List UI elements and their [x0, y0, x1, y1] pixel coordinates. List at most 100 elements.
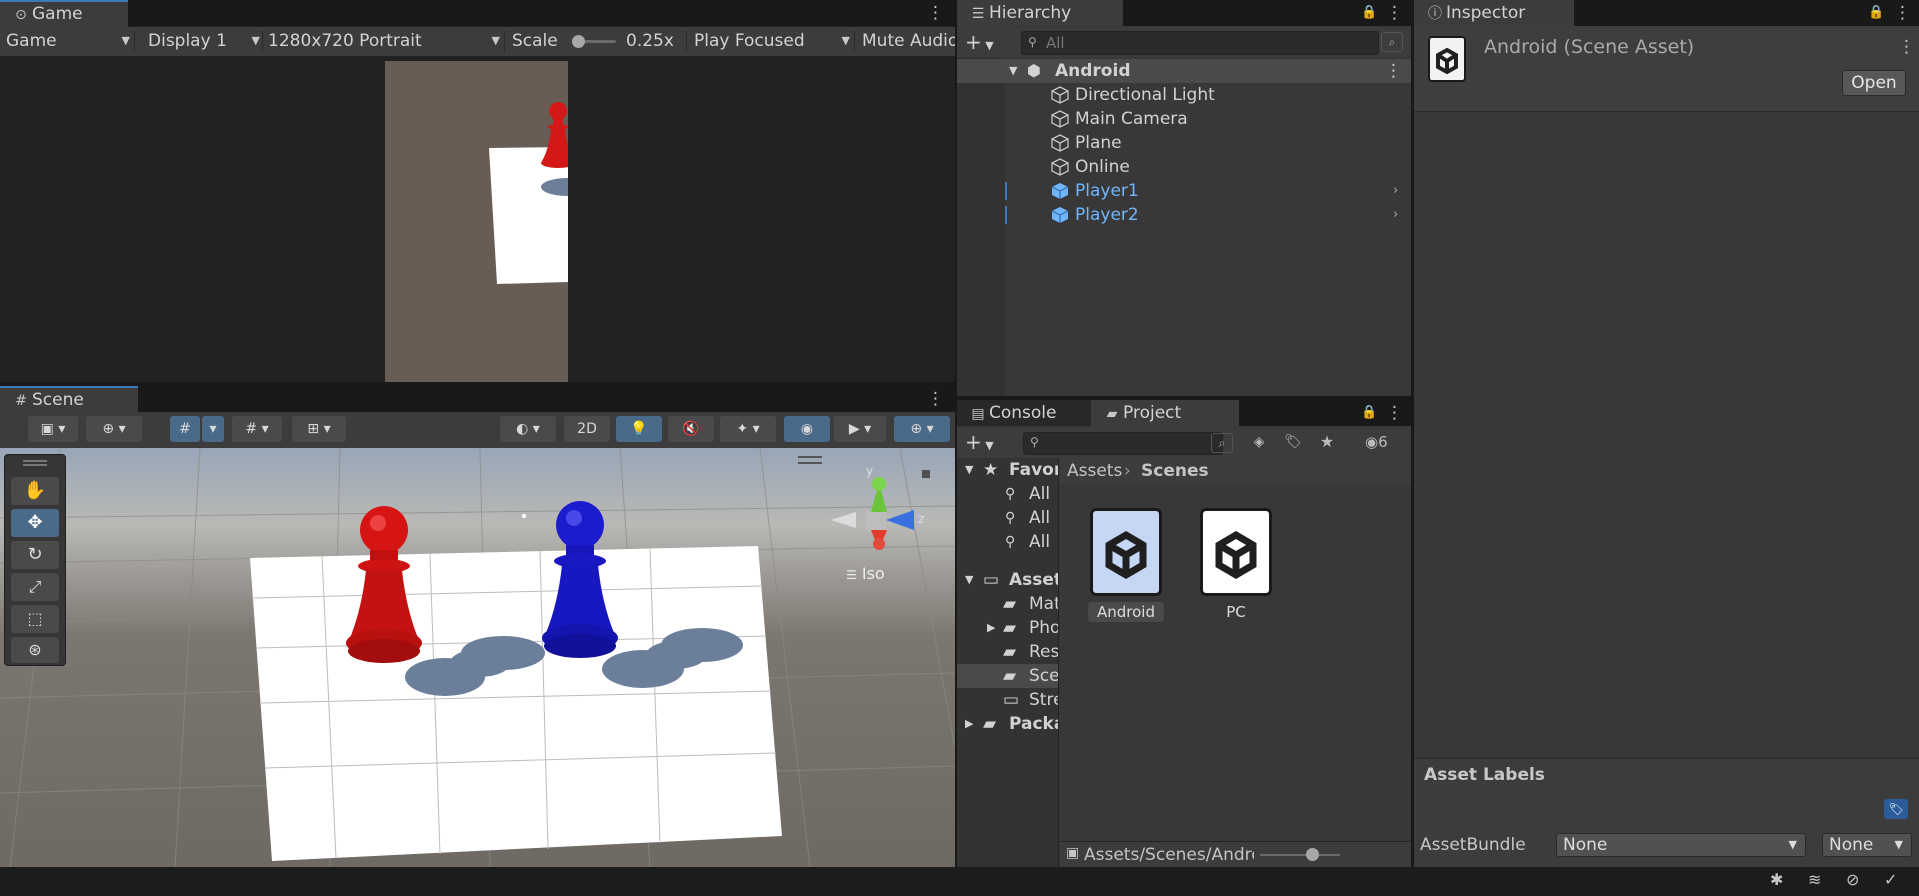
rotate-tool-button[interactable]: ↻ [11, 541, 59, 569]
inspector-header-menu-icon[interactable]: ⋮ [1898, 36, 1915, 58]
create-dropdown[interactable]: + ▼ [965, 427, 1005, 457]
scale-tool-button[interactable]: ⤢ [11, 573, 59, 601]
hierarchy-search-input[interactable] [1044, 32, 1348, 54]
effects-button[interactable]: ✦ ▾ [720, 416, 776, 442]
tab-hierarchy-label: Hierarchy [989, 3, 1072, 23]
breadcrumb-item[interactable]: Assets [1067, 458, 1122, 484]
iso-toggle[interactable]: ☰ Iso [846, 564, 906, 584]
auto-generate-lighting-icon[interactable]: ⊘ [1846, 870, 1859, 889]
hierarchy-item[interactable]: Main Camera [957, 107, 1411, 131]
asset-tile[interactable]: Android [1088, 508, 1164, 622]
favorites-item[interactable]: ⚲ All [957, 482, 1058, 506]
scene-visibility-toggle[interactable]: ◉ [784, 416, 830, 442]
play-mode-dropdown[interactable]: Play Focused ▼ [688, 27, 858, 55]
hierarchy-item[interactable]: Online [957, 155, 1411, 179]
tab-game[interactable]: ⊙ Game [0, 0, 128, 28]
ruler-button[interactable]: ⊞ ▾ [292, 416, 346, 442]
camera-settings-button[interactable]: ▶ ▾ [834, 416, 886, 442]
scene-menu-icon[interactable]: ⋮ [927, 388, 944, 410]
create-dropdown[interactable]: + ▼ [965, 27, 1005, 57]
debug-bug-icon[interactable]: ✱ [1770, 870, 1783, 889]
overlay-menu-icon[interactable] [798, 456, 822, 464]
hidden-packages-toggle[interactable]: ◉6 [1365, 431, 1405, 453]
hierarchy-item[interactable]: Plane [957, 131, 1411, 155]
hierarchy-item-prefab[interactable]: Player1 › [957, 179, 1411, 203]
scene-menu-kebab-icon[interactable]: ⋮ [1385, 59, 1402, 83]
scene-file-small-icon: ▣ [1066, 845, 1080, 861]
project-search[interactable]: ⚲ [1023, 432, 1223, 455]
folder-item[interactable]: ▶ ▰ Photon [957, 616, 1058, 640]
inspector-menu-icon[interactable]: ⋮ [1894, 2, 1911, 24]
mute-audio-toggle[interactable]: Mute Audio [856, 27, 961, 55]
tab-hierarchy[interactable]: ☰ Hierarchy [957, 0, 1123, 26]
lock-icon[interactable]: 🔒 [1361, 402, 1377, 424]
orientation-gizmo[interactable]: y z [826, 462, 936, 562]
grid-snap-button[interactable]: # [170, 416, 200, 442]
chevron-right-icon[interactable]: › [1393, 179, 1398, 203]
2d-toggle[interactable]: 2D [564, 416, 610, 442]
scene-viewport[interactable]: ✋ ✥ ↻ ⤢ ⬚ ⊛ y z ☰ Iso [0, 448, 955, 867]
move-tool-button[interactable]: ✥ [11, 509, 59, 537]
asset-labels-section: Asset Labels 🏷 AssetBundle None ▼ None ▼ [1414, 758, 1919, 867]
lock-icon[interactable]: 🔒 [1361, 2, 1377, 24]
tab-console[interactable]: ▤ Console [957, 400, 1109, 426]
favorites-item[interactable]: ⚲ All [957, 506, 1058, 530]
breadcrumb-item[interactable]: Scenes [1141, 458, 1209, 484]
project-menu-icon[interactable]: ⋮ [1386, 402, 1403, 424]
folder-item[interactable]: ▰ Resources [957, 640, 1058, 664]
cache-server-icon[interactable]: ≋ [1808, 870, 1821, 889]
open-button[interactable]: Open [1842, 70, 1906, 96]
snap-increment-button[interactable]: # ▾ [232, 416, 282, 442]
hierarchy-search[interactable]: ⚲ [1021, 31, 1379, 55]
rect-tool-button[interactable]: ⬚ [11, 605, 59, 633]
filter-by-type-icon[interactable]: ◈ [1247, 431, 1271, 453]
audio-toggle[interactable]: 🔇 [668, 416, 714, 442]
eye-slash-icon: ◉ [1365, 433, 1379, 451]
hierarchy-menu-icon[interactable]: ⋮ [1386, 2, 1403, 24]
display-dropdown[interactable]: Display 1 ▼ [142, 27, 268, 55]
chevron-down-icon: ▼ [1894, 838, 1903, 851]
tab-inspector[interactable]: ⓘ Inspector [1414, 0, 1574, 26]
game-menu-icon[interactable]: ⋮ [927, 2, 944, 24]
gizmos-button[interactable]: ⊕ ▾ [894, 416, 950, 442]
hierarchy-item-prefab[interactable]: Player2 › [957, 203, 1411, 227]
asset-tile[interactable]: PC [1198, 508, 1274, 621]
global-toggle-button[interactable]: ⊕ ▾ [86, 416, 142, 442]
tab-scene[interactable]: # Scene [0, 386, 138, 414]
folder-item[interactable]: ▰ Materials [957, 592, 1058, 616]
asset-label-tag-icon[interactable]: 🏷 [1884, 799, 1908, 819]
tool-palette-handle[interactable] [23, 460, 47, 466]
variant-dropdown[interactable]: None ▼ [1822, 833, 1912, 857]
packages-header[interactable]: ▶ ▰ Packages [957, 712, 1058, 736]
filter-by-label-icon[interactable]: 🏷 [1281, 431, 1305, 453]
tab-project[interactable]: ▰ Project [1091, 400, 1239, 426]
chevron-right-icon[interactable]: › [1393, 203, 1398, 227]
search-by-type-icon[interactable]: ⌕ [1381, 32, 1403, 52]
draw-mode-button[interactable]: ▣ ▾ [28, 416, 78, 442]
hierarchy-item[interactable]: Directional Light [957, 83, 1411, 107]
progress-check-icon[interactable]: ✓ [1884, 870, 1897, 889]
transform-tool-button[interactable]: ⊛ [11, 637, 59, 663]
icon-size-slider-thumb[interactable] [1306, 848, 1319, 861]
favorite-star-icon[interactable]: ★ [1315, 431, 1339, 453]
assets-header[interactable]: ▼ ▭ Assets [957, 568, 1058, 592]
hierarchy-item-label: Player1 [1075, 181, 1139, 201]
grid-snap-dropdown[interactable]: ▾ [202, 416, 224, 442]
folder-item[interactable]: ▭ StreamingAssets [957, 688, 1058, 712]
favorites-header[interactable]: ▼ ★ Favorites [957, 458, 1058, 482]
scale-slider[interactable] [572, 35, 616, 48]
scene-row-android[interactable]: ▼ ⬢ Android ⋮ [957, 59, 1411, 83]
lock-icon[interactable]: 🔒 [1868, 2, 1884, 24]
search-by-type-icon[interactable]: ⌕ [1211, 433, 1233, 453]
lighting-toggle[interactable]: 💡 [616, 416, 662, 442]
game-viewport[interactable] [0, 57, 955, 382]
favorites-item[interactable]: ⚲ All [957, 530, 1058, 554]
folder-item-selected[interactable]: ▰ Scenes [957, 664, 1058, 688]
icon-size-slider[interactable] [1260, 848, 1340, 861]
shading-mode-button[interactable]: ◐ ▾ [500, 416, 556, 442]
game-mode-dropdown[interactable]: Game ▼ [0, 27, 138, 55]
hand-tool-button[interactable]: ✋ [11, 477, 59, 505]
assetbundle-dropdown[interactable]: None ▼ [1556, 833, 1806, 857]
scale-slider-thumb[interactable] [572, 35, 585, 48]
resolution-dropdown[interactable]: 1280x720 Portrait ▼ [262, 27, 508, 55]
